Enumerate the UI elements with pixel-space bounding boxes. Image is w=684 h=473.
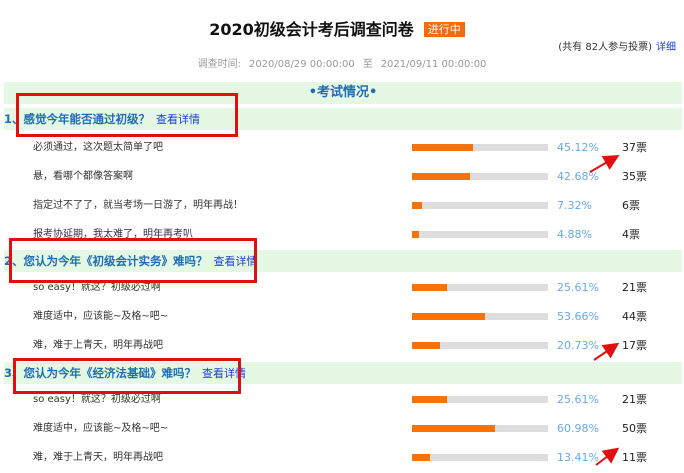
annotation-arrows	[589, 155, 620, 466]
arrow-icon	[589, 155, 620, 173]
arrow-icon	[593, 342, 620, 361]
arrow-icon	[595, 447, 620, 466]
